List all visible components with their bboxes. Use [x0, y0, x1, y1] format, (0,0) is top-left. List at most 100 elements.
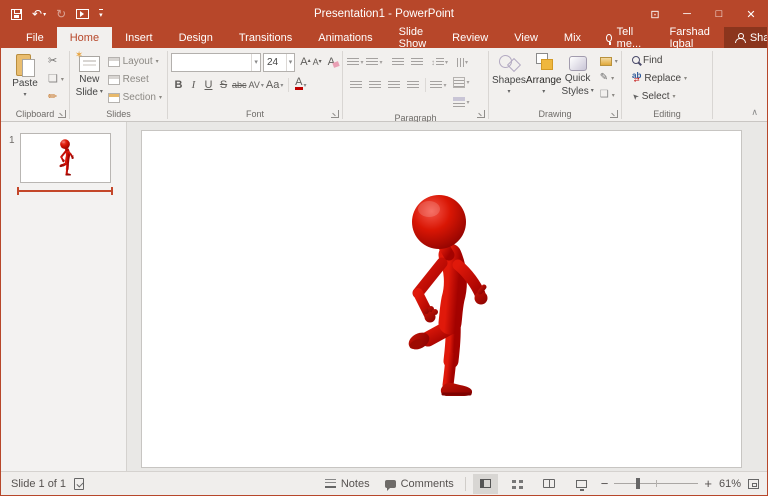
strikethrough-button[interactable]: abc [231, 76, 248, 94]
paste-button[interactable]: Paste ▾ [4, 51, 46, 107]
slide-canvas[interactable] [141, 130, 742, 468]
font-color-button[interactable]: A▾ [293, 76, 308, 94]
font-size-combo[interactable]: 24▾ [263, 53, 295, 72]
layout-dropdown-icon[interactable]: ▾ [156, 58, 159, 65]
tab-slide-show[interactable]: Slide Show [386, 27, 440, 48]
slide-thumbnail[interactable] [20, 133, 111, 183]
group-font: ▾ 24▾ A▴ A▾ A B I U S abc AV▾ Aa▾ A▾ [168, 49, 342, 121]
shapes-button[interactable]: Shapes ▾ [492, 51, 526, 107]
justify-button[interactable] [403, 76, 422, 94]
tab-transitions[interactable]: Transitions [226, 27, 305, 48]
undo-button[interactable]: ↶ ▾ [32, 8, 46, 20]
tab-review[interactable]: Review [439, 27, 501, 48]
fit-slide-to-window-icon[interactable] [748, 479, 759, 489]
zoom-slider-handle[interactable] [636, 478, 640, 489]
select-button[interactable]: ➤Select▾ [630, 87, 709, 105]
comments-button[interactable]: Comments [381, 478, 458, 490]
line-spacing-button[interactable]: ↕▾ [430, 53, 449, 71]
decrease-font-size-button[interactable]: A▾ [313, 57, 322, 67]
user-name[interactable]: Farshad Iqbal [655, 27, 723, 48]
align-right-button[interactable] [384, 76, 403, 94]
character-spacing-button[interactable]: AV▾ [248, 76, 265, 94]
copy-icon: ❏ [48, 74, 58, 85]
zoom-slider[interactable] [614, 483, 698, 484]
section-dropdown-icon[interactable]: ▾ [159, 94, 162, 101]
italic-button[interactable]: I [186, 76, 201, 94]
text-direction-button[interactable]: ▾ [452, 53, 471, 71]
new-slide-button[interactable]: ✶ New Slide▾ [73, 51, 106, 107]
tab-file[interactable]: File [13, 27, 57, 48]
quick-styles-button[interactable]: Quick Styles▾ [562, 51, 594, 107]
slide-sorter-view-button[interactable] [505, 474, 530, 494]
replace-button[interactable]: ab⇄Replace▾ [630, 69, 709, 87]
find-button[interactable]: Find [630, 51, 709, 69]
zoom-percent[interactable]: 61% [719, 478, 741, 490]
tab-home[interactable]: Home [57, 27, 112, 48]
font-size-dropdown-icon[interactable]: ▾ [286, 54, 295, 71]
customize-qat-icon[interactable]: ▾ [99, 9, 103, 19]
numbering-button[interactable]: ▾ [365, 53, 384, 71]
change-case-button[interactable]: Aa▾ [265, 76, 284, 94]
tab-insert[interactable]: Insert [112, 27, 166, 48]
shape-fill-button[interactable]: ▾ [598, 54, 620, 68]
format-painter-button[interactable]: ✏ [46, 89, 66, 106]
bullets-button[interactable]: ▾ [346, 53, 365, 71]
cut-button[interactable]: ✂ [46, 53, 66, 70]
font-dialog-launcher-icon[interactable] [331, 110, 339, 118]
ribbon-display-options-button[interactable]: ⊡ [639, 1, 671, 27]
reading-view-button[interactable] [537, 474, 562, 494]
decrease-indent-button[interactable] [388, 53, 407, 71]
layout-button[interactable]: Layout▾ [106, 53, 164, 70]
paragraph-dialog-launcher-icon[interactable] [477, 110, 485, 118]
shape-effects-button[interactable]: ❑▾ [598, 88, 620, 102]
align-text-button[interactable]: ▾ [452, 73, 471, 91]
shape-outline-button[interactable]: ✎▾ [598, 71, 620, 85]
arrange-button[interactable]: Arrange ▾ [526, 51, 562, 107]
bold-button[interactable]: B [171, 76, 186, 94]
tab-animations[interactable]: Animations [305, 27, 385, 48]
tab-view[interactable]: View [501, 27, 551, 48]
slide-show-button[interactable] [569, 474, 594, 494]
maximize-button[interactable]: □ [703, 1, 735, 27]
tell-me-box[interactable]: Tell me... [594, 27, 655, 48]
tab-mix[interactable]: Mix [551, 27, 594, 48]
copy-button[interactable]: ❏▾ [46, 71, 66, 88]
increase-font-size-button[interactable]: A▴ [300, 56, 310, 68]
shadow-button[interactable]: S [216, 76, 231, 94]
columns-button[interactable]: ▾ [429, 76, 448, 94]
collapse-ribbon-icon[interactable]: ∧ [751, 107, 758, 118]
section-button[interactable]: Section▾ [106, 89, 164, 106]
copy-dropdown-icon[interactable]: ▾ [61, 76, 64, 83]
save-icon[interactable] [11, 9, 22, 20]
zoom-out-button[interactable]: − [601, 477, 609, 490]
zoom-in-button[interactable]: + [704, 477, 712, 490]
spell-check-icon[interactable] [74, 478, 84, 490]
drawing-dialog-launcher-icon[interactable] [610, 110, 618, 118]
minimize-button[interactable]: ─ [671, 1, 703, 27]
slide-thumbnail-panel[interactable]: 1 [1, 122, 127, 471]
convert-to-smartart-button[interactable]: ▾ [452, 93, 471, 111]
slide-editor-area[interactable] [127, 122, 767, 471]
align-center-button[interactable] [365, 76, 384, 94]
paste-dropdown-icon[interactable]: ▾ [23, 91, 26, 98]
tab-design[interactable]: Design [166, 27, 226, 48]
line-spacing-icon: ↕ [431, 58, 435, 67]
undo-dropdown-icon[interactable]: ▾ [43, 11, 46, 18]
font-name-combo[interactable]: ▾ [171, 53, 261, 72]
clear-formatting-button[interactable]: A [328, 56, 339, 68]
share-button[interactable]: Share [724, 27, 768, 48]
font-name-dropdown-icon[interactable]: ▾ [251, 54, 260, 71]
notes-icon [325, 479, 336, 488]
underline-button[interactable]: U [201, 76, 216, 94]
new-slide-dropdown-icon[interactable]: ▾ [100, 87, 103, 98]
find-label: Find [643, 55, 662, 66]
align-left-button[interactable] [346, 76, 365, 94]
start-slideshow-icon[interactable] [76, 9, 89, 19]
red-stick-figure-graphic[interactable] [400, 193, 500, 405]
reset-button[interactable]: Reset [106, 71, 164, 88]
notes-button[interactable]: Notes [321, 478, 374, 490]
clipboard-dialog-launcher-icon[interactable] [58, 110, 66, 118]
normal-view-button[interactable] [473, 474, 498, 494]
increase-indent-button[interactable] [407, 53, 426, 71]
close-button[interactable]: ✕ [735, 1, 767, 27]
